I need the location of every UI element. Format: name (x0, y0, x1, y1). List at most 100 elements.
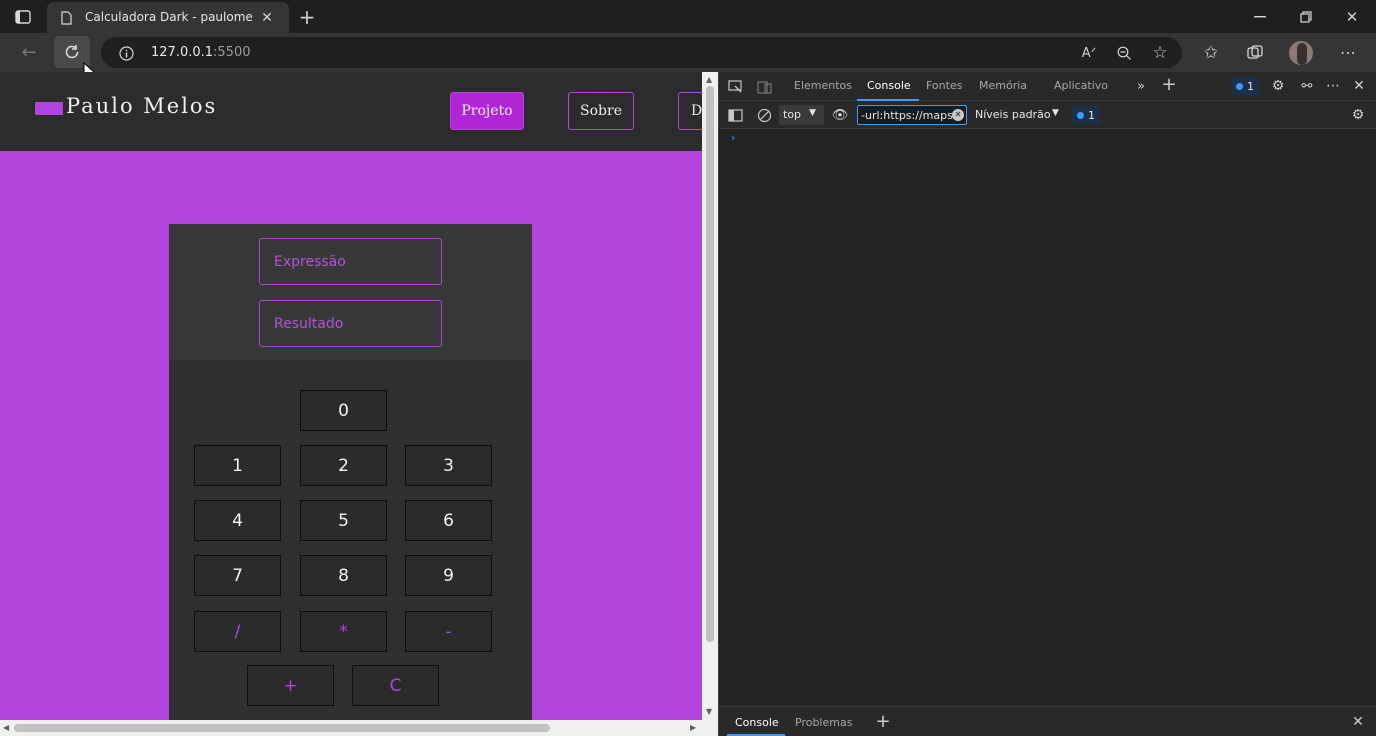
key-0[interactable]: 0 (300, 390, 387, 431)
devtools-tab-bar: Elementos Console Fontes Memória Aplicat… (719, 72, 1376, 101)
console-issues-badge[interactable]: 1 (1072, 106, 1100, 124)
address-bar-row: ← 127.0.0.1:5500 Aᐟ ☆ ✩ ⋯ (0, 33, 1376, 81)
expression-field[interactable]: Expressão (259, 238, 442, 285)
close-drawer-icon[interactable]: ✕ (1350, 714, 1366, 730)
issues-badge[interactable]: 1 (1231, 77, 1259, 95)
key-clear[interactable]: C (352, 665, 439, 706)
scroll-down-arrow-icon[interactable]: ▼ (706, 707, 712, 716)
device-emulation-icon[interactable] (756, 79, 772, 95)
page-icon (60, 10, 72, 25)
url-host: 127.0.0.1 (151, 45, 214, 60)
tab-aplicativo[interactable]: Aplicativo (1054, 79, 1108, 92)
scroll-up-arrow-icon[interactable]: ▲ (706, 75, 712, 84)
close-tab-icon[interactable]: ✕ (259, 10, 275, 26)
context-selector[interactable]: top ▼ (779, 105, 824, 125)
drawer-tab-problemas[interactable]: Problemas (795, 716, 852, 729)
url-port: :5500 (213, 45, 251, 60)
devtools-drawer-tabs: Console Problemas + ✕ (719, 706, 1376, 736)
close-window-icon[interactable]: ✕ (1342, 7, 1362, 27)
favorite-star-icon[interactable]: ☆ (1150, 43, 1170, 63)
key-8[interactable]: 8 (300, 555, 387, 596)
devtools-panel: Elementos Console Fontes Memória Aplicat… (718, 72, 1376, 736)
read-aloud-icon[interactable]: Aᐟ (1079, 44, 1099, 62)
settings-gear-icon[interactable]: ⚙ (1270, 78, 1286, 94)
live-expression-eye-icon[interactable]: 👁 (832, 107, 849, 123)
restore-icon[interactable] (1296, 8, 1316, 26)
key-plus[interactable]: + (247, 665, 334, 706)
console-issue-dot-icon (1077, 111, 1084, 119)
drawer-tab-console[interactable]: Console (735, 716, 779, 729)
calculator-display: Expressão Resultado (169, 224, 532, 360)
inspect-icon[interactable] (727, 79, 743, 95)
back-icon[interactable]: ← (18, 43, 40, 63)
context-dropdown-icon: ▼ (809, 108, 816, 118)
minimize-icon[interactable] (1250, 8, 1270, 26)
scroll-right-arrow-icon[interactable]: ▶ (690, 723, 696, 732)
drawer-add-tab-icon[interactable]: + (874, 713, 892, 731)
url-box[interactable]: 127.0.0.1:5500 Aᐟ ☆ (101, 37, 1182, 68)
vertical-scroll-thumb[interactable] (706, 86, 714, 642)
profile-avatar[interactable] (1289, 41, 1313, 65)
web-page: Paulo Melos Projeto Sobre D Expressão Re… (0, 72, 702, 720)
tab-console[interactable]: Console (867, 79, 911, 92)
scroll-left-arrow-icon[interactable]: ◀ (3, 723, 9, 732)
clear-console-icon[interactable] (756, 107, 772, 123)
horizontal-scroll-thumb[interactable] (14, 724, 550, 732)
console-output-area[interactable]: › (719, 129, 1376, 706)
customize-icon[interactable]: ⚯ (1299, 78, 1315, 94)
key-4[interactable]: 4 (194, 500, 281, 541)
new-tab-icon[interactable]: + (297, 7, 317, 27)
url-text: 127.0.0.1:5500 (151, 45, 251, 60)
key-7[interactable]: 7 (194, 555, 281, 596)
console-filter-input[interactable]: -url:https://maps. ✕ (857, 105, 967, 125)
key-1[interactable]: 1 (194, 445, 281, 486)
favorites-icon[interactable]: ✩ (1200, 42, 1222, 64)
title-bar: Calculadora Dark - paulomelos ✕ + ✕ (0, 0, 1376, 33)
result-field[interactable]: Resultado (259, 300, 442, 347)
tab-elementos[interactable]: Elementos (794, 79, 852, 92)
console-settings-gear-icon[interactable]: ⚙ (1350, 107, 1366, 123)
key-minus[interactable]: - (405, 611, 492, 652)
issue-dot-icon (1236, 82, 1243, 90)
key-divide[interactable]: / (194, 611, 281, 652)
more-tabs-icon[interactable]: » (1133, 78, 1149, 94)
sidebar-toggle-icon[interactable] (727, 107, 743, 123)
context-value: top (783, 108, 802, 121)
log-levels-dropdown[interactable]: Níveis padrão (975, 108, 1051, 121)
console-issues-count: 1 (1088, 108, 1095, 122)
log-levels-dropdown-icon[interactable]: ▼ (1052, 108, 1059, 118)
tab-fontes[interactable]: Fontes (926, 79, 962, 92)
key-5[interactable]: 5 (300, 500, 387, 541)
tab-memoria[interactable]: Memória (979, 79, 1027, 92)
nav-projeto-button[interactable]: Projeto (450, 92, 524, 130)
logo-text[interactable]: Paulo Melos (66, 94, 217, 118)
site-info-icon[interactable] (118, 45, 134, 61)
add-tab-icon[interactable]: + (1160, 76, 1178, 94)
nav-sobre-button[interactable]: Sobre (568, 92, 634, 130)
tab-title: Calculadora Dark - paulomelos (85, 10, 253, 24)
more-menu-icon[interactable]: ⋯ (1337, 42, 1359, 64)
zoom-out-icon[interactable] (1114, 44, 1134, 62)
site-header: Paulo Melos Projeto Sobre D (0, 72, 702, 151)
key-3[interactable]: 3 (405, 445, 492, 486)
nav-third-button[interactable]: D (678, 92, 702, 130)
console-prompt-icon: › (731, 131, 736, 144)
key-9[interactable]: 9 (405, 555, 492, 596)
collections-icon[interactable] (1244, 42, 1266, 64)
browser-tab[interactable]: Calculadora Dark - paulomelos ✕ (47, 2, 289, 33)
devtools-more-icon[interactable]: ⋯ (1325, 78, 1341, 94)
issues-count: 1 (1247, 79, 1254, 93)
page-vertical-scrollbar[interactable]: ▲ ▼ (702, 72, 718, 720)
avatar-detail (1297, 43, 1307, 65)
page-horizontal-scrollbar[interactable]: ◀ ▶ (0, 720, 718, 736)
filter-value: -url:https://maps. (861, 109, 953, 122)
calculator: Expressão Resultado 0 1 2 3 4 5 6 7 8 9 … (169, 224, 532, 720)
key-2[interactable]: 2 (300, 445, 387, 486)
key-6[interactable]: 6 (405, 500, 492, 541)
tab-actions-icon[interactable] (14, 9, 32, 25)
clear-filter-icon[interactable]: ✕ (952, 109, 964, 121)
close-devtools-icon[interactable]: ✕ (1351, 78, 1367, 94)
logo-mark (35, 102, 63, 115)
key-multiply[interactable]: * (300, 611, 387, 652)
console-toolbar: top ▼ 👁 -url:https://maps. ✕ Níveis padr… (719, 101, 1376, 129)
